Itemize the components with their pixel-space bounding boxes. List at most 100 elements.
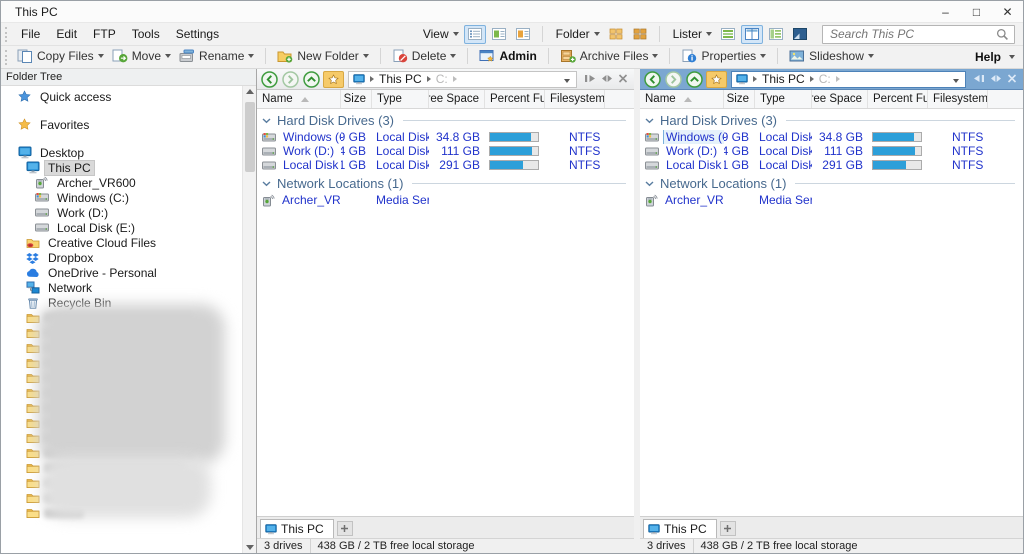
tree-item-work-d-[interactable]: Work (D:): [1, 205, 256, 220]
new-tab-button[interactable]: [720, 521, 736, 536]
column-free-space[interactable]: Free Space: [812, 90, 868, 108]
view-details-button[interactable]: [464, 25, 486, 44]
favorites-button[interactable]: [706, 71, 727, 88]
tree-item-redacted-folder[interactable]: [1, 445, 256, 460]
tree-item-redacted-folder[interactable]: [1, 325, 256, 340]
tree-item-redacted-folder[interactable]: [1, 310, 256, 325]
tree-item-redacted-folder[interactable]: [1, 490, 256, 505]
tree-item-redacted-folder[interactable]: [1, 355, 256, 370]
swap-panes-button[interactable]: [601, 72, 613, 86]
breadcrumb-root[interactable]: This PC: [762, 72, 805, 86]
tree-item-this-pc[interactable]: This PC: [1, 160, 256, 175]
view-thumb-green-button[interactable]: [488, 25, 510, 44]
close-pane-button[interactable]: [1007, 72, 1017, 86]
group-header[interactable]: Network Locations (1): [262, 175, 626, 192]
delete-button[interactable]: Delete: [388, 48, 461, 64]
drive-row-archer-vr600[interactable]: Archer_VR600 Media Server: [257, 193, 634, 207]
menubar-grip[interactable]: [5, 27, 9, 42]
close-button[interactable]: ✕: [992, 1, 1023, 22]
new-tab-button[interactable]: [337, 521, 353, 536]
tree-item-dropbox[interactable]: Dropbox: [1, 250, 256, 265]
tree-item-creative-cloud-files[interactable]: Creative Cloud Files: [1, 235, 256, 250]
tree-item-quick-access[interactable]: Quick access: [1, 89, 256, 104]
drive-row-work-d-[interactable]: Work (D:) 894 GB Local Disk 111 GB NTFS: [257, 144, 634, 158]
group-header[interactable]: Hard Disk Drives (3): [645, 112, 1015, 129]
tree-item-redacted-folder[interactable]: [1, 475, 256, 490]
lister-dropdown[interactable]: Lister: [667, 27, 716, 41]
tab-this-pc[interactable]: This PC: [260, 519, 334, 538]
swap-panes-button[interactable]: [990, 72, 1002, 86]
tree-item-windows-c-[interactable]: Windows (C:): [1, 190, 256, 205]
column-filesystem[interactable]: Filesystem: [545, 90, 605, 108]
slideshow-button[interactable]: Slideshow: [785, 48, 878, 64]
column-type[interactable]: Type: [754, 90, 812, 108]
breadcrumb[interactable]: This PC C:: [731, 71, 966, 88]
group-header[interactable]: Hard Disk Drives (3): [262, 112, 626, 129]
menu-item-edit[interactable]: Edit: [48, 24, 85, 44]
copy-files-button[interactable]: Copy Files: [13, 48, 108, 64]
tree-item-redacted-folder[interactable]: [1, 505, 256, 520]
favorites-button[interactable]: [323, 71, 344, 88]
maximize-pane-button[interactable]: [973, 72, 985, 86]
close-pane-button[interactable]: [618, 72, 628, 86]
tree-item-onedrive-personal[interactable]: OneDrive - Personal: [1, 265, 256, 280]
admin-button[interactable]: Admin: [475, 48, 540, 64]
tree-item-redacted-folder[interactable]: [1, 400, 256, 415]
up-button[interactable]: [302, 71, 321, 88]
menu-item-settings[interactable]: Settings: [168, 24, 227, 44]
tab-this-pc[interactable]: This PC: [643, 519, 717, 538]
tree-item-redacted-folder[interactable]: [1, 385, 256, 400]
lister-tree-button[interactable]: [765, 25, 787, 44]
folder-dropdown[interactable]: Folder: [550, 27, 604, 41]
tree-item-redacted-folder[interactable]: [1, 430, 256, 445]
maximize-button[interactable]: □: [961, 1, 992, 22]
menu-item-ftp[interactable]: FTP: [85, 24, 124, 44]
move-button[interactable]: Move: [108, 48, 175, 64]
drive-row-local-disk-e-[interactable]: Local Disk (E:) 931 GB Local Disk 291 GB…: [257, 158, 634, 172]
rename-button[interactable]: Rename: [175, 48, 258, 64]
scrollbar-thumb[interactable]: [245, 102, 255, 172]
column-name[interactable]: Name: [257, 90, 341, 108]
drive-row-windows-c-[interactable]: Windows (C:) 229 GB Local Disk 34.8 GB N…: [640, 130, 1023, 144]
drive-row-archer-vr600[interactable]: Archer_VR600 Media Server: [640, 193, 1023, 207]
tree-item-redacted-folder[interactable]: [1, 370, 256, 385]
view-thumb-orange-button[interactable]: [512, 25, 534, 44]
properties-button[interactable]: Properties: [677, 48, 770, 64]
toolbar-grip[interactable]: [5, 50, 9, 65]
lister-dual-button[interactable]: [741, 25, 763, 44]
column-percent-full[interactable]: Percent Full: [868, 90, 928, 108]
column-filesystem[interactable]: Filesystem: [928, 90, 988, 108]
search-box[interactable]: [822, 25, 1015, 44]
scroll-down-icon[interactable]: [246, 545, 254, 550]
tree-item-favorites[interactable]: Favorites: [1, 117, 256, 132]
tree-item-local-disk-e-[interactable]: Local Disk (E:): [1, 220, 256, 235]
folder-grid-dark-button[interactable]: [629, 25, 651, 44]
back-button[interactable]: [260, 71, 279, 88]
forward-button[interactable]: [664, 71, 683, 88]
column-name[interactable]: Name: [640, 90, 724, 108]
tree-item-redacted-folder[interactable]: [1, 415, 256, 430]
new-folder-button[interactable]: New Folder: [273, 48, 372, 64]
breadcrumb[interactable]: This PC C:: [348, 71, 577, 88]
maximize-pane-button[interactable]: [584, 72, 596, 86]
column-size[interactable]: Size: [724, 90, 754, 108]
column-type[interactable]: Type: [371, 90, 429, 108]
column-free-space[interactable]: Free Space: [429, 90, 485, 108]
folder-grid-light-button[interactable]: [605, 25, 627, 44]
breadcrumb-root[interactable]: This PC: [379, 72, 422, 86]
archive-files-button[interactable]: Archive Files: [556, 48, 663, 64]
drive-row-work-d-[interactable]: Work (D:) 894 GB Local Disk 111 GB NTFS: [640, 144, 1023, 158]
tree-item-redacted-folder[interactable]: [1, 340, 256, 355]
group-header[interactable]: Network Locations (1): [645, 175, 1015, 192]
help-button[interactable]: Help: [967, 49, 1023, 65]
menu-item-tools[interactable]: Tools: [124, 24, 168, 44]
forward-button[interactable]: [281, 71, 300, 88]
back-button[interactable]: [643, 71, 662, 88]
tree-item-recycle-bin[interactable]: Recycle Bin: [1, 295, 256, 310]
tree-item-desktop[interactable]: Desktop: [1, 145, 256, 160]
tree-item-redacted-folder[interactable]: [1, 460, 256, 475]
drive-row-local-disk-e-[interactable]: Local Disk (E:) 931 GB Local Disk 291 GB…: [640, 158, 1023, 172]
column-size[interactable]: Size: [341, 90, 371, 108]
search-input[interactable]: [828, 26, 996, 42]
menu-item-file[interactable]: File: [13, 24, 48, 44]
